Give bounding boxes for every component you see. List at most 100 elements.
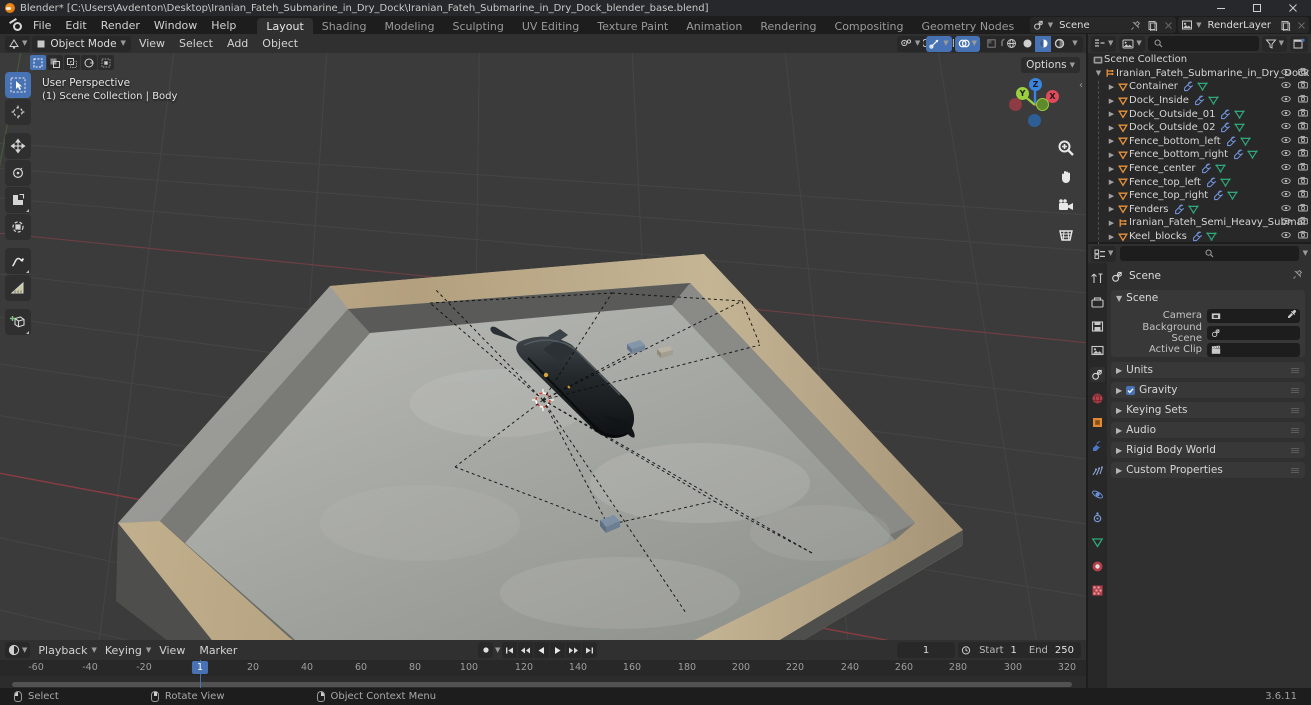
mesh-data-icon[interactable] [1247, 149, 1258, 160]
orthographic-toggle-icon[interactable] [1055, 224, 1077, 246]
panel-rigid-body-world[interactable]: ▶ Rigid Body World [1111, 442, 1305, 458]
render-camera-icon[interactable] [1298, 176, 1308, 189]
chevron-right-icon[interactable]: ▶ [1107, 83, 1116, 91]
mesh-data-icon[interactable] [1220, 177, 1231, 188]
timeline-menu-view[interactable]: View [153, 642, 191, 658]
menu-help[interactable]: Help [204, 17, 243, 33]
panel-custom-properties[interactable]: ▶ Custom Properties [1111, 462, 1305, 478]
mesh-data-icon[interactable] [1234, 122, 1246, 133]
tool-tweak-select[interactable] [5, 72, 31, 98]
modifier-icon[interactable] [1233, 149, 1244, 160]
outliner-row[interactable]: ▶ Dock_Inside [1088, 94, 1311, 108]
render-camera-icon[interactable] [1298, 162, 1308, 175]
timeline-ruler[interactable]: -60 -40 -20 20 40 60 80 100 120 140 160 180 200 220 24… [0, 660, 1086, 676]
timeline-menu-playback[interactable]: Playback [32, 642, 93, 658]
tab-object-icon[interactable] [1090, 415, 1105, 430]
outliner-row[interactable]: ▶ Fenders [1088, 203, 1311, 217]
background-scene-field[interactable] [1207, 325, 1300, 340]
visibility-eye-icon[interactable] [1281, 230, 1291, 243]
visibility-eye-icon[interactable] [1281, 162, 1291, 175]
play-reverse-button[interactable] [534, 642, 550, 658]
current-frame-field[interactable]: 1 [897, 642, 956, 658]
scene-selector[interactable]: ▼ Scene [1029, 17, 1177, 33]
viewport-menu-add[interactable]: Add [221, 36, 254, 52]
tab-material-icon[interactable] [1090, 559, 1105, 574]
minimize-button[interactable] [1203, 0, 1239, 16]
render-camera-icon[interactable] [1298, 80, 1308, 93]
modifier-icon[interactable] [1213, 190, 1224, 201]
tool-measure[interactable] [5, 275, 31, 301]
delete-view-layer-icon[interactable] [1294, 17, 1309, 33]
chevron-right-icon[interactable]: ▶ [1107, 219, 1116, 227]
timeline-menu-marker[interactable]: Marker [193, 642, 243, 658]
timeline-playhead-label[interactable]: 1 [191, 661, 209, 674]
gizmo-axis-z[interactable]: Z [1029, 78, 1042, 91]
outliner-search-input[interactable] [1147, 36, 1259, 51]
xray-toggle-button[interactable] [983, 35, 1000, 52]
visibility-eye-icon[interactable] [1281, 94, 1291, 107]
gizmo-toggle-button[interactable]: ▼ [926, 35, 952, 52]
mesh-data-icon[interactable] [1227, 190, 1238, 201]
chevron-right-icon[interactable]: ▶ [1107, 192, 1116, 200]
select-invert-icon[interactable] [81, 55, 97, 70]
visibility-eye-icon[interactable] [1281, 203, 1291, 216]
overlays-toggle-button[interactable]: ▼ [954, 35, 980, 52]
visibility-eye-icon[interactable] [1281, 80, 1291, 93]
chevron-right-icon[interactable]: ▶ [1107, 110, 1116, 118]
render-camera-icon[interactable] [1298, 216, 1308, 229]
mesh-data-icon[interactable] [1187, 204, 1199, 215]
render-camera-icon[interactable] [1298, 67, 1308, 80]
select-box-icon[interactable] [30, 55, 46, 70]
chevron-right-icon[interactable]: ▶ [1107, 165, 1116, 173]
outliner-row[interactable]: ▶ Dock_Outside_01 [1088, 107, 1311, 121]
tab-world-icon[interactable] [1090, 391, 1105, 406]
new-view-layer-icon[interactable] [1277, 17, 1294, 33]
zoom-icon[interactable] [1055, 137, 1077, 159]
visibility-eye-icon[interactable] [1281, 121, 1291, 134]
tab-physics-icon[interactable] [1090, 487, 1105, 502]
blender-menu-icon[interactable] [4, 17, 26, 33]
previous-keyframe-button[interactable] [518, 642, 534, 658]
modifier-icon[interactable] [1206, 177, 1217, 188]
tab-shading[interactable]: Shading [313, 18, 376, 34]
chevron-right-icon[interactable]: ▶ [1107, 151, 1116, 159]
tab-scene-icon[interactable] [1090, 367, 1105, 382]
next-keyframe-button[interactable] [566, 642, 582, 658]
timeline-track-area[interactable] [0, 676, 1086, 688]
render-camera-icon[interactable] [1298, 189, 1308, 202]
tool-add-cube[interactable] [5, 309, 31, 335]
active-clip-field[interactable] [1207, 342, 1300, 357]
jump-to-end-button[interactable] [582, 642, 598, 658]
viewport-options-button[interactable]: Options ▼ [1021, 57, 1080, 73]
new-scene-icon[interactable] [1144, 17, 1161, 33]
end-frame-value[interactable]: 250 [1053, 645, 1081, 656]
modifier-icon[interactable] [1201, 163, 1212, 174]
modifier-icon[interactable] [1183, 81, 1194, 92]
outliner-row[interactable]: ▶ Keel_blocks [1088, 230, 1311, 244]
visibility-eye-icon[interactable] [1281, 176, 1291, 189]
3d-viewport[interactable]: User Perspective (1) Scene Collection | … [0, 53, 1086, 640]
outliner-row[interactable]: ▶ Iranian_Fateh_Semi_Heavy_Submar [1088, 216, 1311, 230]
editor-type-button[interactable]: ▼ [5, 35, 31, 52]
render-camera-icon[interactable] [1298, 94, 1308, 107]
outliner-new-collection-button[interactable] [1290, 35, 1308, 52]
chevron-right-icon[interactable]: ▶ [1107, 178, 1116, 186]
camera-field[interactable] [1207, 308, 1300, 323]
pin-scene-icon[interactable] [1127, 17, 1144, 33]
gizmo-axis-neg-y[interactable] [1036, 98, 1049, 111]
gizmo-axis-neg-x[interactable] [1009, 98, 1022, 111]
play-button[interactable] [550, 642, 566, 658]
timeline-menu-keying[interactable]: Keying [99, 642, 148, 658]
panel-audio[interactable]: ▶ Audio [1111, 422, 1305, 438]
render-camera-icon[interactable] [1298, 135, 1308, 148]
chevron-right-icon[interactable]: ▶ [1107, 97, 1116, 105]
tab-sculpting[interactable]: Sculpting [444, 18, 513, 34]
modifier-icon[interactable] [1192, 231, 1203, 242]
outliner-row[interactable]: ▶ Dock_Outside_02 [1088, 121, 1311, 135]
tab-compositing[interactable]: Compositing [826, 18, 913, 34]
navigation-gizmo[interactable]: Z X Y [1006, 76, 1064, 134]
viewport-menu-select[interactable]: Select [173, 36, 219, 52]
tab-modifier-icon[interactable] [1090, 439, 1105, 454]
mesh-data-icon[interactable] [1214, 163, 1226, 174]
camera-view-icon[interactable] [1055, 195, 1077, 217]
